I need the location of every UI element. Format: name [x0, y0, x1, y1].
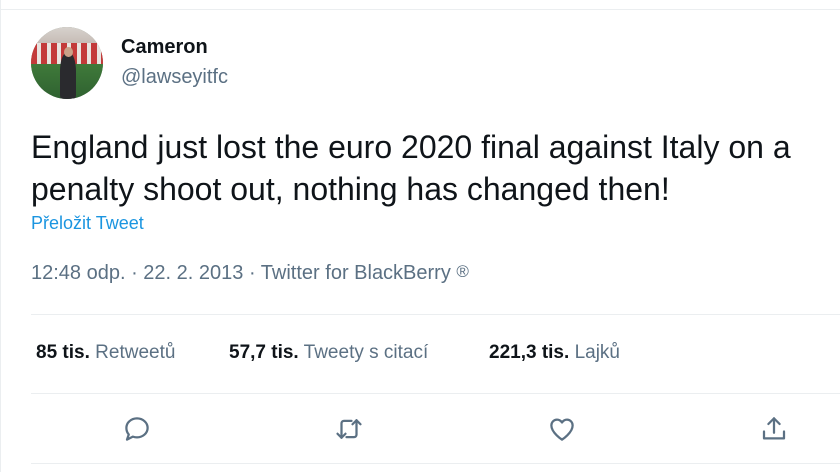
like-button[interactable]: [545, 412, 579, 446]
retweets-stat[interactable]: 85 tis. Retweetů: [36, 342, 175, 364]
tweet-text: England just lost the euro 2020 final ag…: [31, 129, 791, 207]
quote-tweets-count: 57,7 tis.: [229, 342, 299, 363]
tweet-timestamp[interactable]: 12:48 odp. · 22. 2. 2013 · Twitter for B…: [31, 262, 451, 284]
translate-tweet-link[interactable]: Přeložit Tweet: [31, 213, 144, 234]
likes-label: Lajků: [574, 342, 620, 363]
author-name[interactable]: Cameron: [121, 36, 208, 59]
registered-mark: ®: [456, 262, 469, 281]
top-divider: [1, 9, 840, 10]
quote-tweets-label: Tweety s citací: [303, 342, 429, 363]
like-icon: [550, 418, 574, 441]
divider: [31, 393, 840, 394]
retweets-label: Retweetů: [95, 342, 176, 363]
share-icon: [762, 417, 786, 440]
likes-count: 221,3 tis.: [489, 342, 570, 363]
reply-button[interactable]: [120, 412, 154, 446]
divider: [31, 463, 840, 464]
avatar[interactable]: [31, 27, 103, 99]
reply-icon: [125, 417, 149, 441]
divider: [31, 314, 840, 315]
retweet-icon: [336, 419, 362, 439]
tweet-metadata: 12:48 odp. · 22. 2. 2013 · Twitter for B…: [31, 262, 469, 285]
retweet-button[interactable]: [332, 412, 366, 446]
author-handle[interactable]: @lawseyitfc: [121, 66, 228, 89]
share-button[interactable]: [757, 412, 791, 446]
retweets-count: 85 tis.: [36, 342, 90, 363]
tweet-card: Cameron @lawseyitfc England just lost th…: [0, 0, 840, 472]
quote-tweets-stat[interactable]: 57,7 tis. Tweety s citací: [229, 342, 428, 364]
likes-stat[interactable]: 221,3 tis. Lajků: [489, 342, 620, 364]
